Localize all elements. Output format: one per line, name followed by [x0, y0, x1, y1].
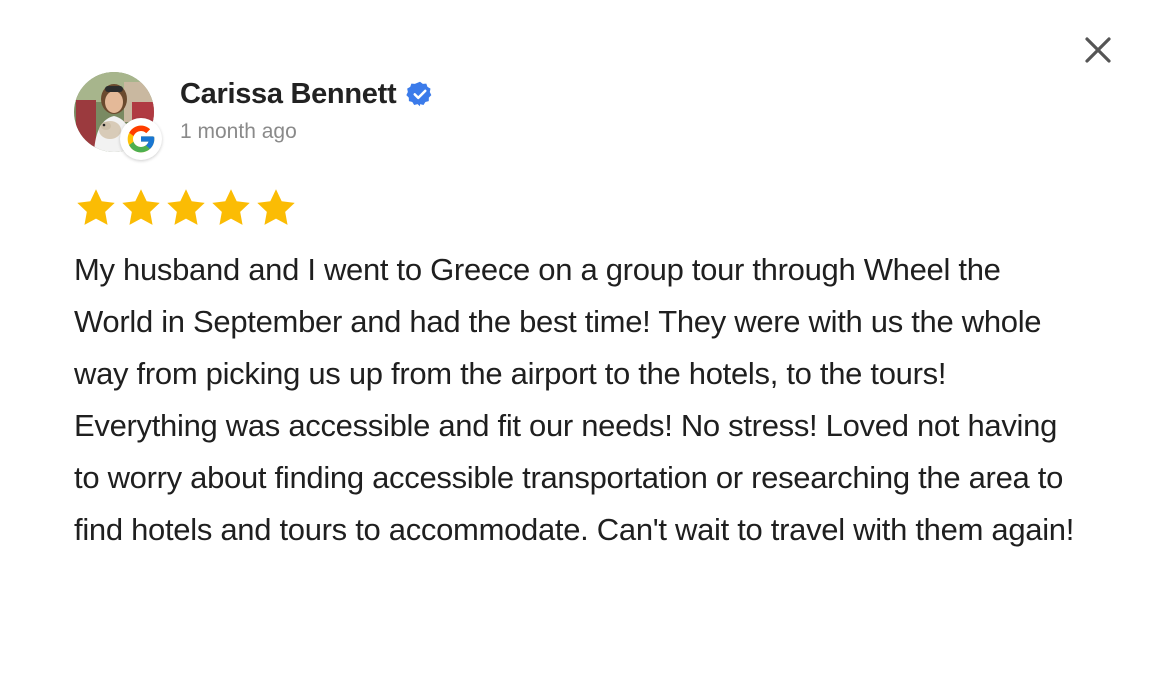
star-rating	[74, 186, 298, 230]
review-text: My husband and I went to Greece on a gro…	[74, 252, 1075, 547]
google-badge	[120, 118, 162, 160]
review-date: 1 month ago	[180, 120, 297, 143]
reviewer-meta: Carissa Bennett 1 month ago	[180, 76, 434, 144]
star-icon	[209, 186, 253, 230]
google-icon	[127, 125, 155, 153]
star-icon	[74, 186, 118, 230]
avatar-container	[74, 72, 162, 160]
star-icon	[164, 186, 208, 230]
reviewer-name[interactable]: Carissa Bennett	[180, 78, 397, 111]
review-header: Carissa Bennett 1 month ago	[74, 72, 434, 162]
close-icon	[1085, 37, 1111, 63]
review-modal: Carissa Bennett 1 month ago My husband a…	[0, 0, 1150, 680]
close-button[interactable]	[1080, 32, 1116, 68]
verified-badge-icon	[406, 80, 434, 108]
name-row: Carissa Bennett	[180, 76, 434, 112]
star-icon	[119, 186, 163, 230]
star-icon	[254, 186, 298, 230]
